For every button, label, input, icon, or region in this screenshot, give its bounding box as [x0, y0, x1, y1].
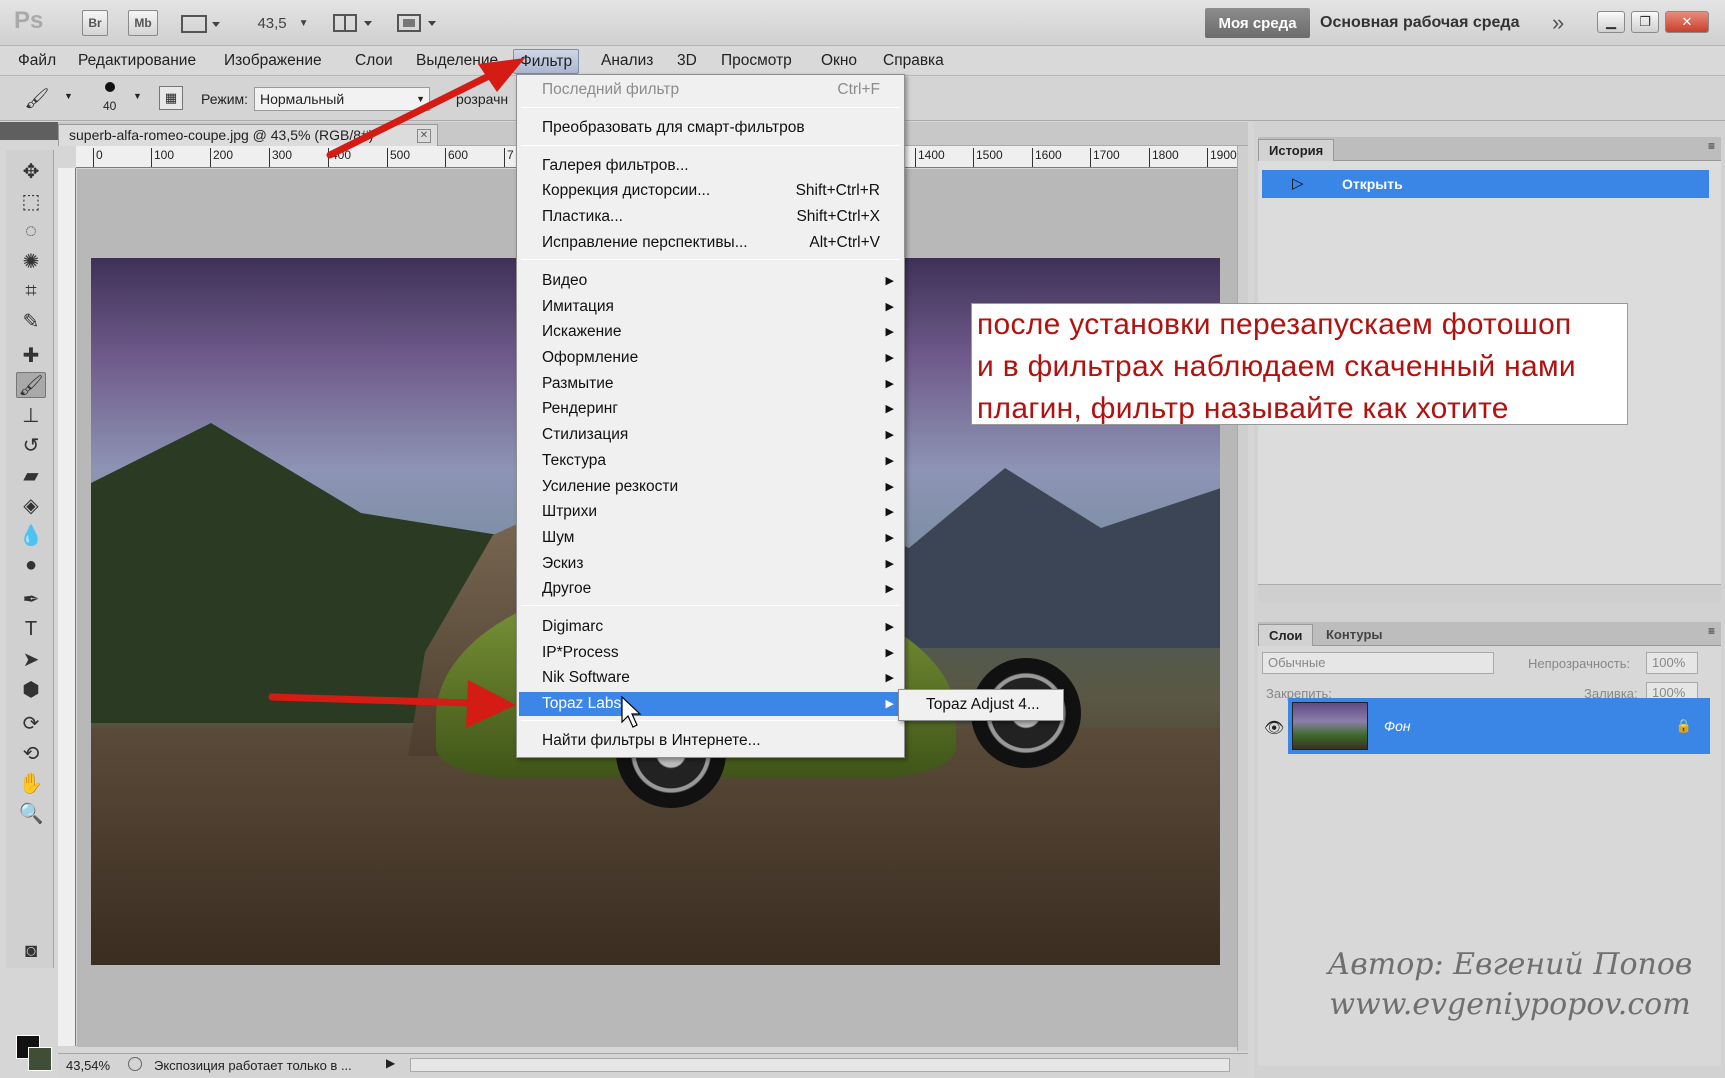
overlay-arrows [268, 58, 642, 728]
mouse-cursor-icon [621, 695, 642, 728]
annotation-arrow [326, 58, 525, 159]
annotation-arrow [268, 680, 516, 728]
